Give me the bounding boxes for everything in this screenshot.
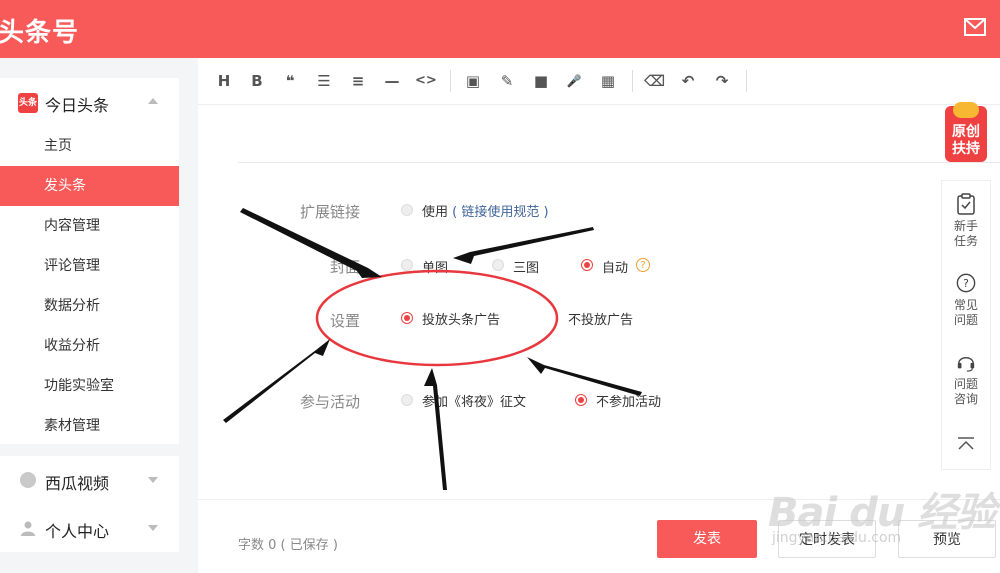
sidebar-item-home[interactable]: 主页 xyxy=(0,126,179,166)
sidebar-toutiao-section: 头条 今日头条 主页 发头条 内容管理 评论管理 数据分析 收益分析 功能实验室… xyxy=(0,78,179,444)
eraser-button[interactable]: ⌫ xyxy=(644,71,665,91)
tool-label: 问题 xyxy=(953,313,978,327)
coin-icon xyxy=(953,102,979,118)
code-button[interactable]: <> xyxy=(415,71,437,91)
top-header: 头条号 xyxy=(0,0,1000,58)
activity-no-radio[interactable] xyxy=(575,394,587,406)
divider-button[interactable]: — xyxy=(382,71,402,91)
redo-button[interactable]: ↷ xyxy=(712,71,732,91)
editor-toolbar: H B ❝ ☰ ≡ — <> ▣ ✎ ■ 🎤 ▦ ⌫ ↶ ↷ xyxy=(198,58,1000,105)
undo-button[interactable]: ↶ xyxy=(678,71,698,91)
sidebar-group-label: 西瓜视频 xyxy=(45,474,110,493)
side-tools-panel: 新手 任务 ? 常见 问题 问题 咨询 xyxy=(941,180,991,470)
ad-settings-label: 设置 xyxy=(329,312,360,330)
user-icon xyxy=(21,521,35,536)
publish-button[interactable]: 发表 xyxy=(657,520,757,558)
chart-button[interactable]: ▦ xyxy=(598,71,618,91)
badge-line: 原创 xyxy=(952,124,980,140)
xigua-icon xyxy=(20,472,36,488)
title-divider xyxy=(238,162,1000,163)
clipboard-check-icon xyxy=(957,193,975,215)
link-button[interactable]: ✎ xyxy=(497,71,517,91)
sidebar-item-content[interactable]: 内容管理 xyxy=(0,206,179,246)
toutiao-logo-icon: 头条 xyxy=(18,93,38,113)
headset-icon xyxy=(957,357,975,372)
sidebar-section-label: 今日头条 xyxy=(45,96,110,115)
toolbar-divider xyxy=(450,70,451,92)
chevron-down-icon xyxy=(148,525,158,531)
newbie-tasks-button[interactable]: 新手 任务 xyxy=(942,193,990,249)
toolbar-divider xyxy=(746,70,747,92)
activity-label: 参与活动 xyxy=(299,393,360,411)
activity-join-radio[interactable] xyxy=(401,394,413,406)
tool-label: 新手 xyxy=(953,219,978,233)
original-support-badge[interactable]: 原创 扶持 xyxy=(945,102,987,162)
cover-label: 封面 xyxy=(329,258,360,276)
ad-on-radio[interactable] xyxy=(401,312,413,324)
sidebar-menu: 主页 发头条 内容管理 评论管理 数据分析 收益分析 功能实验室 素材管理 xyxy=(0,126,179,446)
bold-button[interactable]: B xyxy=(247,71,267,91)
sidebar-item-comments[interactable]: 评论管理 xyxy=(0,246,179,286)
ext-link-rules-link[interactable]: 链接使用规范 xyxy=(461,205,539,220)
heading-button[interactable]: H xyxy=(214,71,234,91)
cover-single-radio[interactable] xyxy=(401,259,413,271)
mail-icon[interactable] xyxy=(964,18,986,36)
ordered-list-button[interactable]: ≡ xyxy=(348,71,368,91)
cover-auto-option[interactable]: 自动 xyxy=(602,257,628,276)
sidebar-item-income[interactable]: 收益分析 xyxy=(0,326,179,366)
ext-link-option[interactable]: 使用 ( 链接使用规范 ) xyxy=(422,201,549,220)
paren-open: ( xyxy=(452,205,458,220)
activity-no-option[interactable]: 不参加活动 xyxy=(596,391,661,410)
ad-on-option[interactable]: 投放头条广告 xyxy=(422,309,500,328)
quote-button[interactable]: ❝ xyxy=(280,71,300,91)
sidebar-item-data[interactable]: 数据分析 xyxy=(0,286,179,326)
question-icon: ? xyxy=(956,273,976,293)
cover-single-option[interactable]: 单图 xyxy=(422,257,448,276)
sidebar-group-xigua[interactable]: 西瓜视频 xyxy=(0,456,179,504)
chevron-up-icon xyxy=(148,98,158,104)
tool-label: 咨询 xyxy=(953,392,978,406)
word-count: 字数 0 ( 已保存 ) xyxy=(238,538,338,553)
badge-line: 扶持 xyxy=(952,141,980,157)
help-icon[interactable]: ? xyxy=(636,258,650,272)
ext-link-radio[interactable] xyxy=(401,204,413,216)
sidebar-item-materials[interactable]: 素材管理 xyxy=(0,406,179,446)
unordered-list-button[interactable]: ☰ xyxy=(314,71,334,91)
tool-label: 任务 xyxy=(953,234,978,248)
faq-button[interactable]: ? 常见 问题 xyxy=(942,272,990,328)
sidebar-section-header[interactable]: 头条 今日头条 xyxy=(0,78,179,126)
sidebar-item-publish[interactable]: 发头条 xyxy=(0,166,179,206)
audio-button[interactable]: 🎤 xyxy=(564,71,584,91)
ext-link-label: 扩展链接 xyxy=(299,203,360,221)
chevron-down-icon xyxy=(148,477,158,483)
sidebar-group-profile[interactable]: 个人中心 xyxy=(0,504,179,552)
paren-close: ) xyxy=(543,205,549,220)
sidebar-item-lab[interactable]: 功能实验室 xyxy=(0,366,179,406)
image-button[interactable]: ▣ xyxy=(463,71,483,91)
ad-off-option[interactable]: 不投放广告 xyxy=(568,309,633,328)
toolbar-divider xyxy=(632,70,633,92)
cover-triple-radio[interactable] xyxy=(492,259,504,271)
ext-link-option-text: 使用 xyxy=(422,205,449,220)
tool-label: 常见 xyxy=(953,298,978,312)
video-button[interactable]: ■ xyxy=(531,71,551,91)
svg-text:?: ? xyxy=(963,277,969,290)
tool-label: 问题 xyxy=(953,377,978,391)
baidu-watermark-url: jingyan.baidu.com xyxy=(772,530,902,546)
back-to-top-icon[interactable] xyxy=(957,437,975,451)
cover-auto-radio[interactable] xyxy=(581,259,593,271)
sidebar-group-label: 个人中心 xyxy=(45,522,110,541)
consult-button[interactable]: 问题 咨询 xyxy=(942,351,990,407)
cover-triple-option[interactable]: 三图 xyxy=(513,257,539,276)
brand-logo[interactable]: 头条号 xyxy=(0,12,79,49)
activity-join-option[interactable]: 参加《将夜》征文 xyxy=(422,391,526,410)
